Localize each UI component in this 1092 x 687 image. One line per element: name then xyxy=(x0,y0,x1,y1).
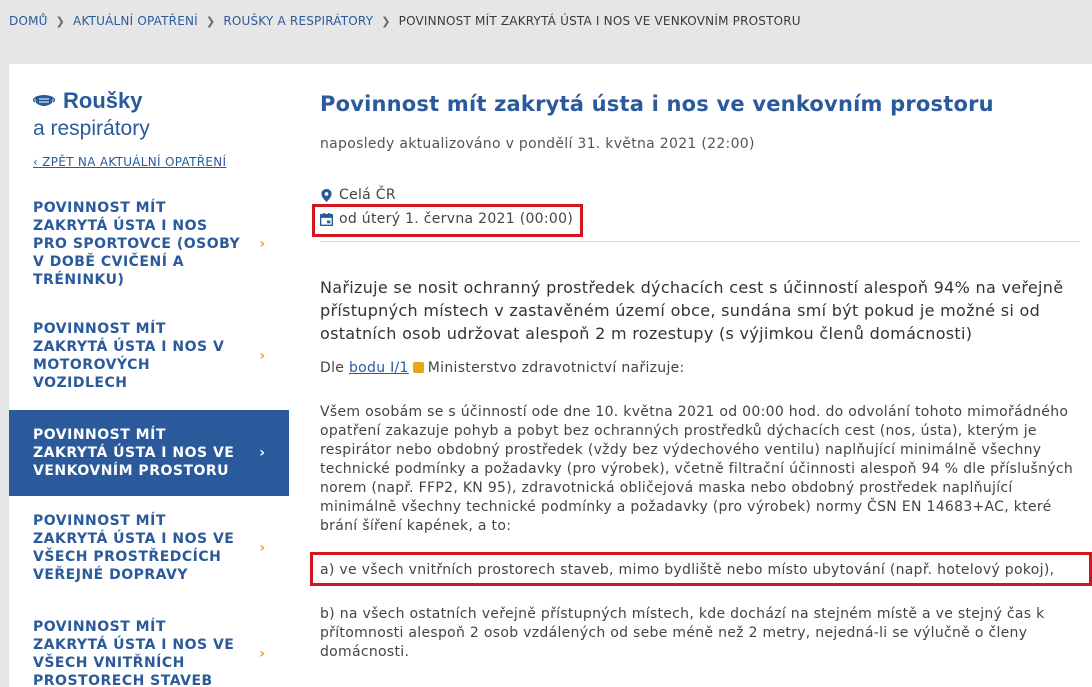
chevron-right-icon: ❯ xyxy=(55,15,66,28)
chevron-right-icon: ❯ xyxy=(205,15,216,28)
sidebar-title: Roušky a respirátory xyxy=(33,88,150,141)
sidebar-item-vnitrni-prostory[interactable]: POVINNOST MÍT ZAKRYTÁ ÚSTA I NOS VE VŠEC… xyxy=(9,614,289,687)
external-link-icon xyxy=(412,362,424,373)
highlight-box-item-a xyxy=(310,552,1092,586)
breadcrumb-home[interactable]: DOMŮ xyxy=(9,14,48,28)
face-mask-icon xyxy=(33,95,55,106)
updated-timestamp: naposledy aktualizováno v pondělí 31. kv… xyxy=(320,136,755,152)
location-row: Celá ČR xyxy=(320,187,396,203)
sidebar-item-label: POVINNOST MÍT ZAKRYTÁ ÚSTA I NOS VE VŠEC… xyxy=(33,513,235,583)
chevron-right-icon: › xyxy=(259,646,265,662)
location-pin-icon xyxy=(321,188,332,202)
sidebar-item-label: POVINNOST MÍT ZAKRYTÁ ÚSTA I NOS VE VENK… xyxy=(33,427,235,479)
chevron-right-icon: › xyxy=(259,540,265,556)
lead-paragraph: Nařizuje se nosit ochranný prostředek dý… xyxy=(320,278,1064,343)
sidebar-item-vozidla[interactable]: POVINNOST MÍT ZAKRYTÁ ÚSTA I NOS V MOTOR… xyxy=(9,316,289,396)
divider xyxy=(320,241,1080,242)
page-title: Povinnost mít zakrytá ústa i nos ve venk… xyxy=(320,92,994,116)
sidebar: Roušky a respirátory ‹ ZPĚT NA AKTUÁLNÍ … xyxy=(9,64,289,687)
body-paragraph: Všem osobám se s účinností ode dne 10. k… xyxy=(320,404,1074,534)
location-text: Celá ČR xyxy=(339,187,396,203)
sidebar-item-verejna-doprava[interactable]: POVINNOST MÍT ZAKRYTÁ ÚSTA I NOS VE VŠEC… xyxy=(9,508,289,588)
main-content: Povinnost mít zakrytá ústa i nos ve venk… xyxy=(310,64,1092,687)
sidebar-title-line1: Roušky xyxy=(63,88,143,113)
basis-link[interactable]: bodu I/1 xyxy=(349,360,409,376)
sidebar-item-label: POVINNOST MÍT ZAKRYTÁ ÚSTA I NOS PRO SPO… xyxy=(33,200,241,288)
sidebar-title-line2: a respirátory xyxy=(33,117,150,140)
back-link[interactable]: ‹ ZPĚT NA AKTUÁLNÍ OPATŘENÍ xyxy=(33,155,226,169)
sidebar-item-sportovci[interactable]: POVINNOST MÍT ZAKRYTÁ ÚSTA I NOS PRO SPO… xyxy=(9,196,289,292)
chevron-right-icon: › xyxy=(259,236,265,252)
chevron-right-icon: › xyxy=(259,445,265,461)
highlight-box-date xyxy=(312,204,583,237)
breadcrumb-aktualni-opatreni[interactable]: AKTUÁLNÍ OPATŘENÍ xyxy=(73,14,198,28)
chevron-right-icon: ❯ xyxy=(381,15,391,28)
breadcrumb: DOMŮ ❯ AKTUÁLNÍ OPATŘENÍ ❯ ROUŠKY A RESPIRÁT… xyxy=(9,14,801,28)
content-card: Roušky a respirátory ‹ ZPĚT NA AKTUÁLNÍ … xyxy=(9,64,1092,687)
breadcrumb-rousky[interactable]: ROUŠKY A RESPIRÁTORY xyxy=(223,14,373,28)
chevron-right-icon: › xyxy=(259,348,265,364)
sidebar-item-label: POVINNOST MÍT ZAKRYTÁ ÚSTA I NOS VE VŠEC… xyxy=(33,619,235,687)
breadcrumb-current: POVINNOST MÍT ZAKRYTÁ ÚSTA I NOS VE VENK… xyxy=(398,14,801,28)
basis-paragraph: Dle bodu I/1 Ministerstvo zdravotnictví n… xyxy=(320,360,685,376)
sidebar-item-label: POVINNOST MÍT ZAKRYTÁ ÚSTA I NOS V MOTOR… xyxy=(33,321,225,391)
item-b-paragraph: b) na všech ostatních veřejně přístupnýc… xyxy=(320,606,1045,660)
sidebar-item-venkovni-prostor[interactable]: POVINNOST MÍT ZAKRYTÁ ÚSTA I NOS VE VENK… xyxy=(9,410,289,496)
chevron-left-icon: ‹ xyxy=(33,155,39,169)
